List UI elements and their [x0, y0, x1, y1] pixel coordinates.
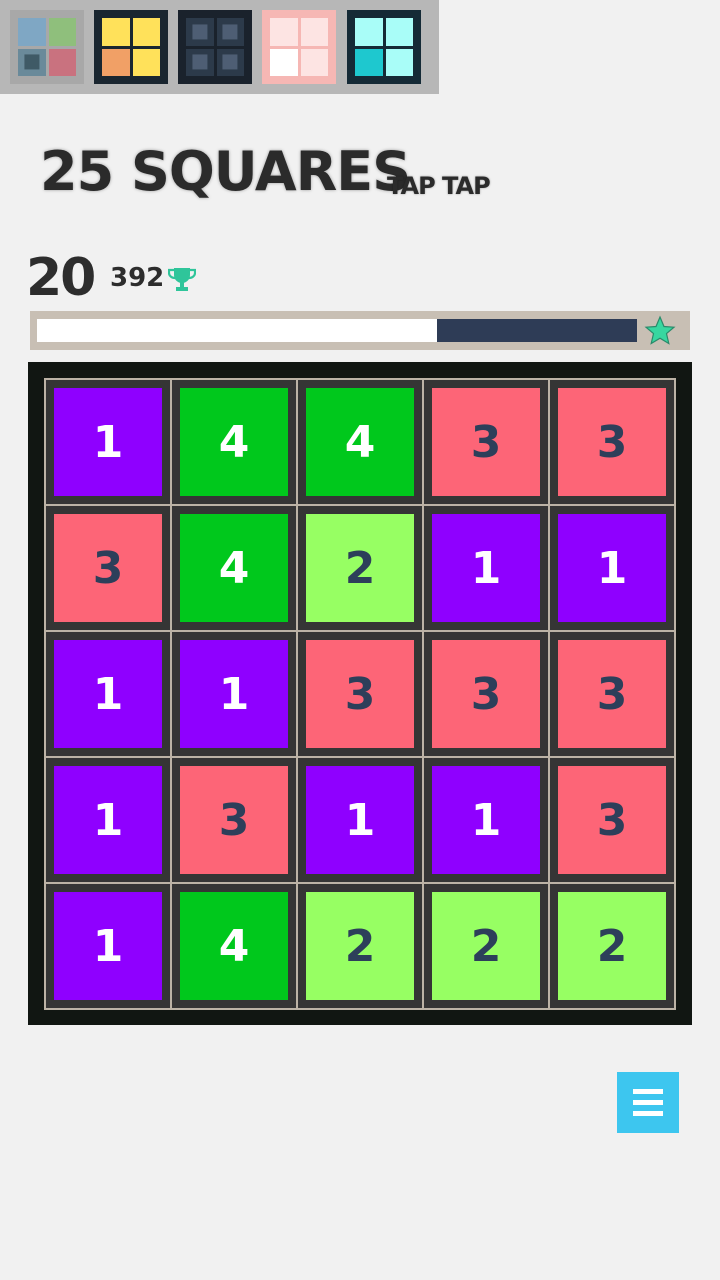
board-cell[interactable]: 1 [46, 632, 170, 756]
theme-preview-square [132, 18, 160, 46]
board-cell[interactable]: 3 [550, 758, 674, 882]
number-tile[interactable]: 3 [180, 766, 288, 874]
board-cell[interactable]: 1 [550, 506, 674, 630]
game-title: 25 SQUARES [40, 140, 411, 203]
theme-preview-square [48, 18, 76, 46]
board-cell[interactable]: 2 [424, 884, 548, 1008]
board-cell[interactable]: 3 [424, 380, 548, 504]
theme-preview-square [270, 18, 298, 46]
number-tile[interactable]: 3 [306, 640, 414, 748]
board-cell[interactable]: 3 [46, 506, 170, 630]
number-tile[interactable]: 2 [432, 892, 540, 1000]
number-tile[interactable]: 2 [306, 514, 414, 622]
theme-preview-square [385, 18, 413, 46]
number-tile[interactable]: 1 [432, 514, 540, 622]
board-cell[interactable]: 4 [172, 506, 296, 630]
board-cell[interactable]: 4 [172, 884, 296, 1008]
number-tile[interactable]: 1 [558, 514, 666, 622]
board-cell[interactable]: 3 [550, 632, 674, 756]
theme-preview-square [186, 18, 214, 46]
theme-preview-square [270, 48, 298, 76]
theme-preview-square [216, 48, 244, 76]
board-cell[interactable]: 2 [298, 506, 422, 630]
theme-cyan-button[interactable] [347, 10, 421, 84]
theme-preview-square [355, 18, 383, 46]
menu-bar [633, 1100, 663, 1105]
theme-preview-square [355, 48, 383, 76]
board-cell[interactable]: 1 [46, 884, 170, 1008]
number-tile[interactable]: 3 [558, 640, 666, 748]
theme-preview-square [300, 18, 328, 46]
star-icon [644, 315, 676, 345]
best-score: 392 [110, 263, 165, 293]
theme-preview-square [300, 48, 328, 76]
number-tile[interactable]: 1 [54, 892, 162, 1000]
board-cell[interactable]: 4 [298, 380, 422, 504]
theme-preview-grid [102, 18, 160, 76]
board-cell[interactable]: 1 [46, 758, 170, 882]
number-tile[interactable]: 1 [54, 766, 162, 874]
board-cell[interactable]: 2 [550, 884, 674, 1008]
theme-selector-bar [0, 0, 439, 94]
number-tile[interactable]: 4 [180, 388, 288, 496]
theme-preview-square [186, 48, 214, 76]
board-cell[interactable]: 3 [424, 632, 548, 756]
board-cell[interactable]: 2 [298, 884, 422, 1008]
theme-preview-square [102, 18, 130, 46]
theme-preview-square [102, 48, 130, 76]
number-tile[interactable]: 1 [54, 640, 162, 748]
board-cell[interactable]: 1 [46, 380, 170, 504]
number-tile[interactable]: 2 [306, 892, 414, 1000]
menu-bar [633, 1111, 663, 1116]
number-tile[interactable]: 4 [180, 514, 288, 622]
progress-fill [37, 319, 438, 342]
board-cell[interactable]: 1 [424, 506, 548, 630]
number-tile[interactable]: 1 [54, 388, 162, 496]
board-cell[interactable]: 1 [298, 758, 422, 882]
progress-track [37, 319, 637, 342]
theme-dark-button[interactable] [178, 10, 252, 84]
number-tile[interactable]: 3 [558, 388, 666, 496]
theme-preview-square [132, 48, 160, 76]
number-tile[interactable]: 4 [180, 892, 288, 1000]
level-progress-bar [30, 311, 690, 350]
number-tile[interactable]: 1 [306, 766, 414, 874]
menu-button[interactable] [617, 1072, 679, 1133]
board-cell[interactable]: 3 [550, 380, 674, 504]
theme-preview-grid [186, 18, 244, 76]
theme-preview-square [216, 18, 244, 46]
theme-warm-button[interactable] [94, 10, 168, 84]
number-tile[interactable]: 3 [558, 766, 666, 874]
board-cell[interactable]: 3 [172, 758, 296, 882]
number-tile[interactable]: 1 [432, 766, 540, 874]
theme-preview-square [18, 18, 46, 46]
board-cell[interactable]: 3 [298, 632, 422, 756]
game-subtitle: TAP TAP [387, 172, 491, 200]
number-tile[interactable]: 3 [432, 640, 540, 748]
board-cell[interactable]: 4 [172, 380, 296, 504]
game-board: 1443334211113331311314222 [28, 362, 692, 1025]
theme-preview-square [18, 48, 46, 76]
number-tile[interactable]: 2 [558, 892, 666, 1000]
menu-bar [633, 1089, 663, 1094]
board-cell[interactable]: 1 [172, 632, 296, 756]
board-grid: 1443334211113331311314222 [44, 378, 676, 1010]
number-tile[interactable]: 3 [432, 388, 540, 496]
theme-preview-grid [18, 18, 76, 76]
theme-preview-square [385, 48, 413, 76]
theme-preview-square [48, 48, 76, 76]
number-tile[interactable]: 3 [54, 514, 162, 622]
board-cell[interactable]: 1 [424, 758, 548, 882]
theme-preview-grid [355, 18, 413, 76]
theme-pastel-button[interactable] [10, 10, 84, 84]
number-tile[interactable]: 4 [306, 388, 414, 496]
current-score: 20 [26, 248, 96, 308]
trophy-icon [168, 268, 196, 291]
theme-preview-grid [270, 18, 328, 76]
theme-pink-button[interactable] [262, 10, 336, 84]
number-tile[interactable]: 1 [180, 640, 288, 748]
